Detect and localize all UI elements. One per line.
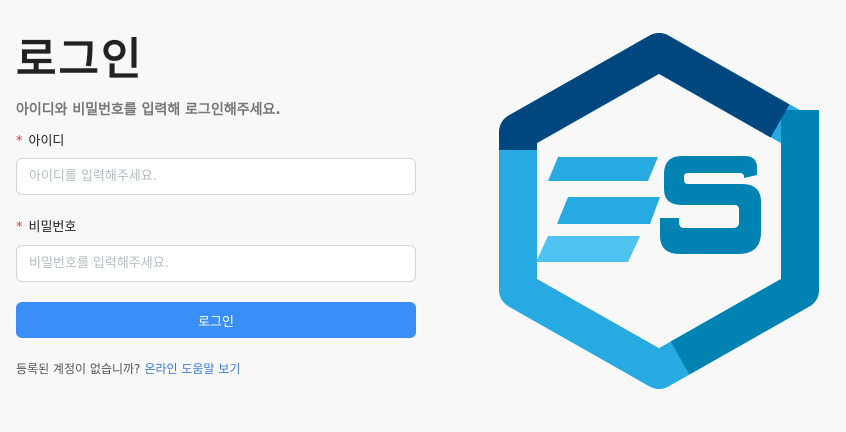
password-input[interactable] [16,245,416,282]
login-subtitle: 아이디와 비밀번호를 입력해 로그인해주세요. [16,102,281,118]
logo-e-stripe-bottom [536,236,640,262]
signup-line: 등록된 계정이 없습니까? 온라인 도움말 보기 [16,360,240,378]
logo-e-stripe-top [548,157,658,181]
required-mark: * [16,134,23,149]
login-button[interactable]: 로그인 [16,302,416,338]
logo-e-stripe-middle [557,197,660,224]
signup-prompt: 등록된 계정이 없습니까? [16,362,141,376]
password-label-text: 비밀번호 [28,220,77,235]
help-link[interactable]: 온라인 도움말 보기 [144,362,240,376]
page-title: 로그인 [16,34,144,85]
es-logo-icon [499,33,819,389]
id-label-text: 아이디 [28,134,65,149]
logo-s-letter [660,156,761,254]
required-mark: * [16,220,23,235]
id-input[interactable] [16,158,416,195]
logo-ring-dark [499,33,790,151]
id-field-label: * 아이디 [16,133,64,151]
password-field-label: * 비밀번호 [16,219,76,237]
